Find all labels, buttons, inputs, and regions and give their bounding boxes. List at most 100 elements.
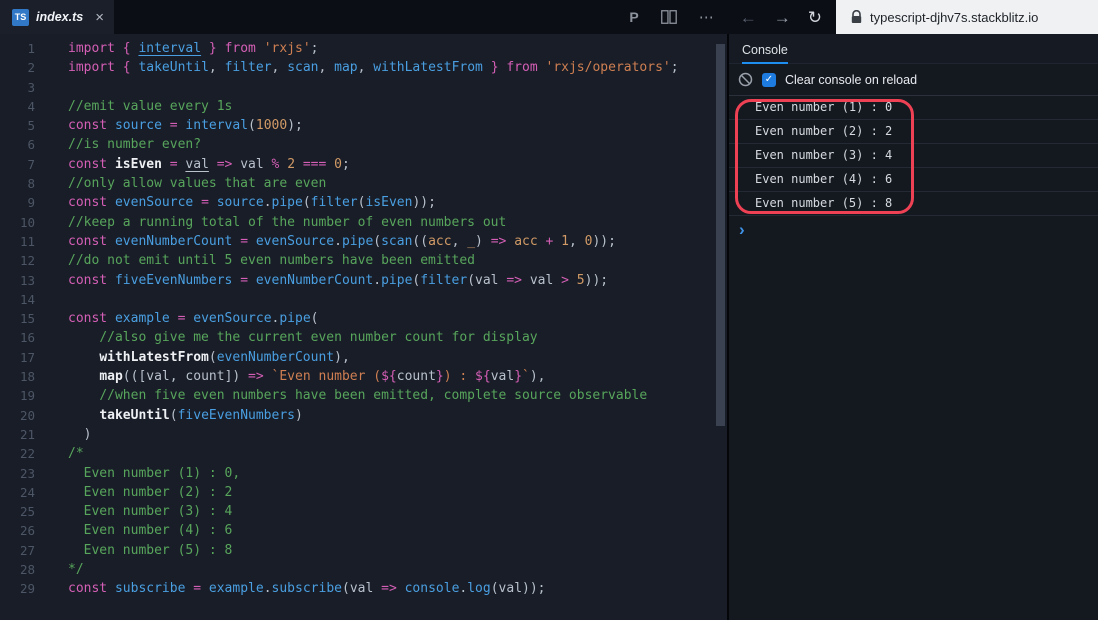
clear-on-reload-checkbox[interactable]: ✓: [762, 73, 776, 87]
line-number: 12: [0, 251, 35, 270]
line-number: 15: [0, 309, 35, 328]
line-number: 9: [0, 193, 35, 212]
console-log-entry[interactable]: Even number (5) : 8: [729, 192, 1098, 216]
console-log-entry[interactable]: Even number (2) : 2: [729, 120, 1098, 144]
code-line-text: takeUntil(fiveEvenNumbers): [68, 406, 303, 425]
code-line[interactable]: 27 Even number (5) : 8: [0, 541, 727, 560]
line-number: 7: [0, 155, 35, 174]
split-editor-icon[interactable]: [661, 10, 677, 24]
console-log-entry[interactable]: Even number (4) : 6: [729, 168, 1098, 192]
code-line-text: const source = interval(1000);: [68, 116, 303, 135]
code-line[interactable]: 26 Even number (4) : 6: [0, 521, 727, 540]
code-line-text: //also give me the current even number c…: [68, 328, 538, 347]
line-number: 24: [0, 483, 35, 502]
line-number: 4: [0, 97, 35, 116]
line-number: 2: [0, 58, 35, 77]
code-line-text: Even number (5) : 8: [68, 541, 232, 560]
more-options-icon[interactable]: ⋯: [699, 10, 714, 25]
code-line[interactable]: 14: [0, 290, 727, 309]
address-url: typescript-djhv7s.stackblitz.io: [870, 10, 1038, 25]
code-line[interactable]: 28*/: [0, 560, 727, 579]
code-line[interactable]: 6//is number even?: [0, 135, 727, 154]
code-line-text: //is number even?: [68, 135, 201, 154]
tab-console[interactable]: Console: [742, 43, 788, 64]
code-line[interactable]: 20 takeUntil(fiveEvenNumbers): [0, 406, 727, 425]
code-lines: 1 import { interval } from 'rxjs';2import…: [0, 34, 727, 599]
line-number: 17: [0, 348, 35, 367]
editor-scrollbar[interactable]: [716, 34, 725, 620]
line-number: 10: [0, 213, 35, 232]
code-line[interactable]: 17 withLatestFrom(evenNumberCount),: [0, 348, 727, 367]
clear-console-icon[interactable]: [738, 72, 753, 87]
code-line[interactable]: 15 const example = evenSource.pipe(: [0, 309, 727, 328]
code-line[interactable]: 29 const subscribe = example.subscribe(va…: [0, 579, 727, 598]
code-line-text: map(([val, count]) => `Even number (${co…: [68, 367, 546, 386]
code-line-text: //only allow values that are even: [68, 174, 326, 193]
code-line[interactable]: 18 map(([val, count]) => `Even number ($…: [0, 367, 727, 386]
code-line-text: ): [68, 425, 91, 444]
code-line[interactable]: 2import { takeUntil, filter, scan, map, …: [0, 58, 727, 77]
code-line[interactable]: 22/*: [0, 444, 727, 463]
code-line-text: Even number (4) : 6: [68, 521, 232, 540]
tab-filename: index.ts: [36, 10, 83, 24]
console-log-list: Even number (1) : 0Even number (2) : 2Ev…: [729, 96, 1098, 216]
code-editor[interactable]: 1 import { interval } from 'rxjs';2import…: [0, 34, 727, 620]
code-line-text: const example = evenSource.pipe(: [68, 309, 319, 328]
reload-icon[interactable]: ↻: [808, 9, 822, 26]
clear-on-reload-label[interactable]: Clear console on reload: [785, 73, 917, 87]
code-line-text: import { interval } from 'rxjs';: [68, 39, 319, 58]
code-line[interactable]: 16 //also give me the current even numbe…: [0, 328, 727, 347]
line-number: 5: [0, 116, 35, 135]
editor-scrollbar-thumb[interactable]: [716, 44, 725, 426]
line-number: 13: [0, 271, 35, 290]
code-line-text: const subscribe = example.subscribe(val …: [68, 579, 546, 598]
code-line[interactable]: 25 Even number (3) : 4: [0, 502, 727, 521]
code-line[interactable]: 10 //keep a running total of the number o…: [0, 213, 727, 232]
tab-close-icon[interactable]: ×: [95, 10, 104, 25]
code-line[interactable]: 3: [0, 78, 727, 97]
console-toolbar: ✓ Clear console on reload: [729, 64, 1098, 96]
line-number: 1: [0, 39, 35, 58]
line-number: 29: [0, 579, 35, 598]
lock-icon[interactable]: [851, 10, 862, 24]
code-line-text: //keep a running total of the number of …: [68, 213, 506, 232]
back-icon[interactable]: ←: [740, 9, 757, 26]
line-number: 28: [0, 560, 35, 579]
main-split: 1 import { interval } from 'rxjs';2import…: [0, 34, 1098, 620]
editor-action-icons: P ⋯: [629, 0, 713, 34]
code-line[interactable]: 24 Even number (2) : 2: [0, 483, 727, 502]
preview-nav-icons: ← → ↻: [740, 0, 822, 34]
code-line[interactable]: 13 const fiveEvenNumbers = evenNumberCoun…: [0, 271, 727, 290]
code-line[interactable]: 5 const source = interval(1000);: [0, 116, 727, 135]
code-line[interactable]: 9const evenSource = source.pipe(filter(i…: [0, 193, 727, 212]
line-number: 21: [0, 425, 35, 444]
line-number: 23: [0, 464, 35, 483]
forward-icon[interactable]: →: [774, 9, 791, 26]
line-number: 14: [0, 290, 35, 309]
code-line[interactable]: 23 Even number (1) : 0,: [0, 464, 727, 483]
code-line[interactable]: 7 const isEven = val => val % 2 === 0;: [0, 155, 727, 174]
code-line-text: withLatestFrom(evenNumberCount),: [68, 348, 350, 367]
line-number: 3: [0, 78, 35, 97]
console-log-entry[interactable]: Even number (1) : 0: [729, 96, 1098, 120]
code-line[interactable]: 8//only allow values that are even: [0, 174, 727, 193]
code-line[interactable]: 11const evenNumberCount = evenSource.pip…: [0, 232, 727, 251]
code-line[interactable]: 12//do not emit until 5 even numbers hav…: [0, 251, 727, 270]
code-line[interactable]: 19 //when five even numbers have been em…: [0, 386, 727, 405]
editor-tab-index-ts[interactable]: TS index.ts ×: [0, 0, 114, 34]
code-line-text: const fiveEvenNumbers = evenNumberCount.…: [68, 271, 608, 290]
code-line[interactable]: 21 ): [0, 425, 727, 444]
code-line[interactable]: 4//emit value every 1s: [0, 97, 727, 116]
code-line-text: Even number (3) : 4: [68, 502, 232, 521]
code-line-text: Even number (1) : 0,: [68, 464, 240, 483]
line-number: 27: [0, 541, 35, 560]
code-line[interactable]: 1 import { interval } from 'rxjs';: [0, 39, 727, 58]
line-number: 19: [0, 386, 35, 405]
code-line-text: //when five even numbers have been emitt…: [68, 386, 647, 405]
code-line-text: const isEven = val => val % 2 === 0;: [68, 155, 350, 174]
prettier-icon[interactable]: P: [629, 10, 638, 24]
code-line-text: /*: [68, 444, 84, 463]
console-log-entry[interactable]: Even number (3) : 4: [729, 144, 1098, 168]
console-prompt[interactable]: ›: [729, 216, 1098, 242]
address-bar[interactable]: typescript-djhv7s.stackblitz.io: [836, 0, 1098, 34]
